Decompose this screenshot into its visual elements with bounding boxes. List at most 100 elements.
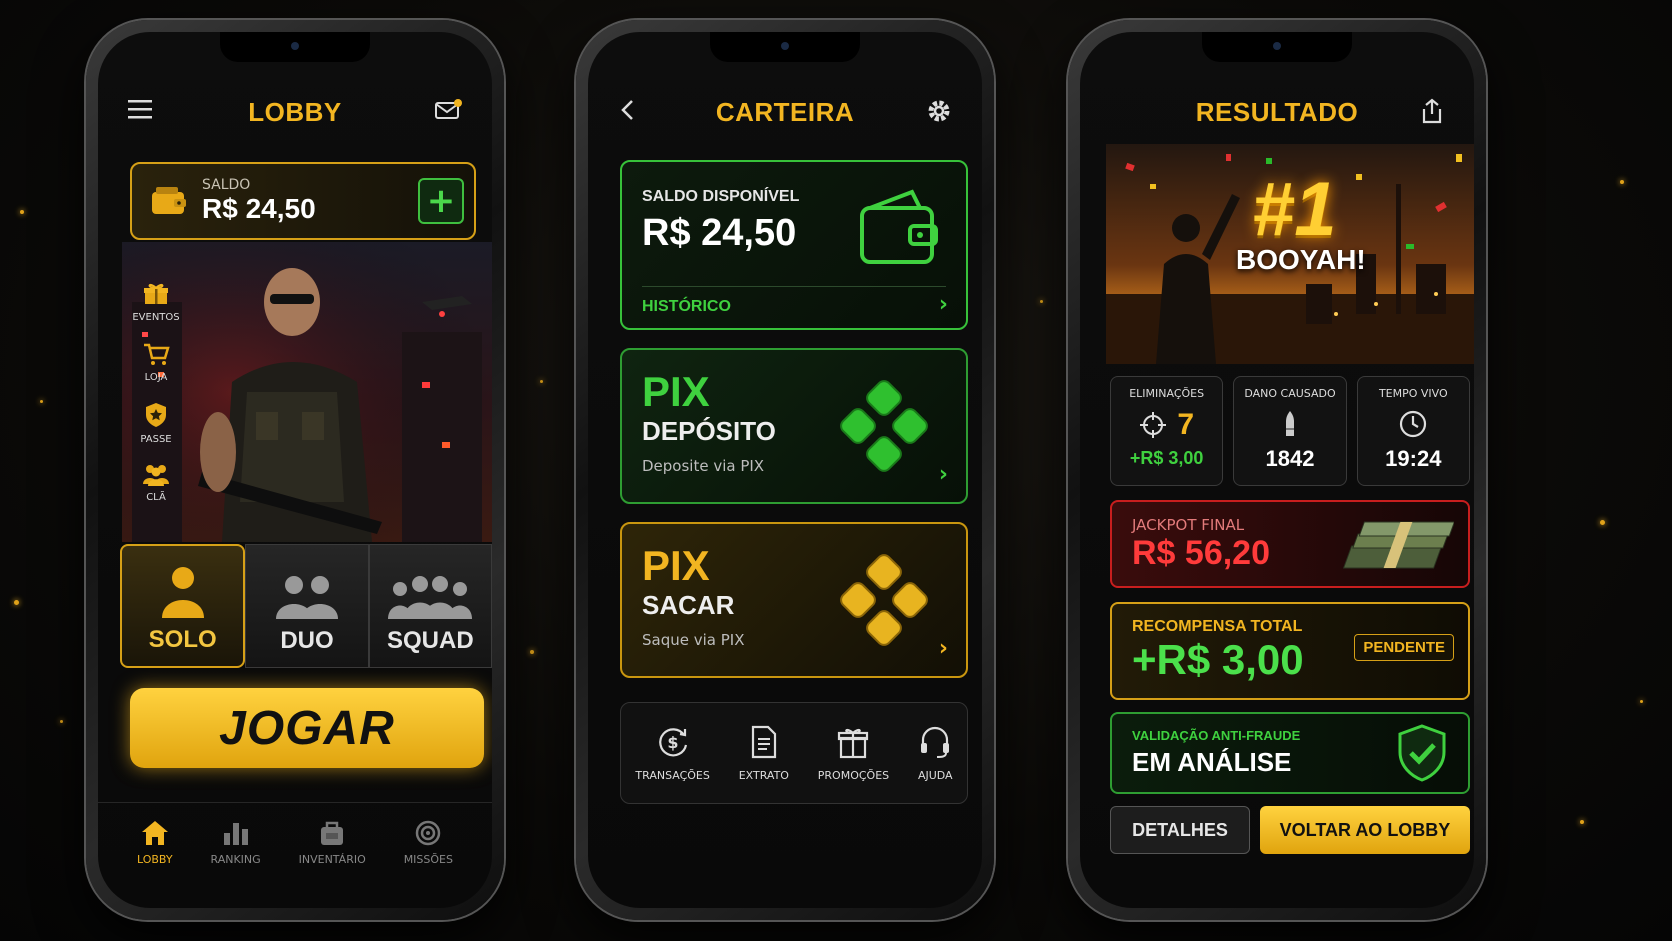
chevron-right-icon: ›	[938, 292, 948, 317]
history-link[interactable]: HISTÓRICO	[642, 298, 731, 316]
sidebar-label: PASSE	[140, 434, 172, 445]
chevron-right-icon: ›	[938, 462, 948, 487]
sidebar-item-store[interactable]: LOJA	[128, 342, 184, 383]
ember-particle	[40, 400, 43, 403]
share-icon[interactable]	[1420, 98, 1444, 124]
headset-icon	[919, 725, 951, 759]
lobby-screen: LOBBY SALDO R$ 24,50 + EVENTOS LOJA PASS…	[98, 32, 492, 908]
pix-logo-icon	[836, 378, 932, 474]
shield-check-icon	[1396, 724, 1448, 782]
page-title: CARTEIRA	[715, 96, 855, 127]
mode-selector: SOLO DUO SQUAD	[120, 544, 492, 668]
phone-result: RESULTADO #1 BOOYAH! ELIMINAÇÕES 7 +R$ 3…	[1068, 20, 1486, 920]
ember-particle	[20, 210, 24, 214]
back-to-lobby-button[interactable]: VOLTAR AO LOBBY	[1260, 806, 1470, 854]
mode-label: DUO	[280, 627, 334, 654]
hero-artwork: EVENTOS LOJA PASSE CLÃ	[122, 242, 492, 542]
sidebar-label: LOJA	[144, 372, 168, 383]
mode-solo-button[interactable]: SOLO	[120, 544, 246, 668]
page-title: RESULTADO	[1195, 96, 1359, 127]
quick-label: EXTRATO	[738, 768, 789, 782]
two-people-icon	[274, 573, 340, 619]
plus-icon: +	[426, 181, 456, 221]
sidebar-label: CLÃ	[146, 492, 166, 503]
quick-actions: $ TRANSAÇÕES EXTRATO PROMOÇÕES AJUDA	[620, 702, 968, 804]
bottom-nav: LOBBY RANKING INVENTÁRIO MISSÕES	[98, 802, 492, 882]
quick-label: PROMOÇÕES	[817, 768, 890, 782]
status-badge: PENDENTE	[1354, 634, 1454, 661]
bullet-icon	[1283, 410, 1297, 438]
nav-lobby[interactable]: LOBBY	[137, 819, 173, 866]
divider	[642, 286, 946, 287]
stat-kills: ELIMINAÇÕES 7 +R$ 3,00	[1110, 376, 1224, 486]
wallet-icon	[150, 184, 188, 218]
mode-duo-button[interactable]: DUO	[245, 544, 369, 668]
four-people-icon	[388, 573, 473, 619]
dollar-refresh-icon: $	[656, 725, 690, 759]
quick-help-button[interactable]: AJUDA	[918, 725, 953, 782]
nav-label: LOBBY	[136, 853, 173, 866]
notch	[1202, 32, 1352, 62]
kills-reward: +R$ 3,00	[1129, 448, 1204, 468]
ember-particle	[1620, 180, 1624, 184]
pix-deposit-card[interactable]: PIX DEPÓSITO Deposite via PIX ›	[620, 348, 968, 504]
clock-icon	[1399, 410, 1427, 438]
nav-ranking[interactable]: RANKING	[211, 819, 261, 866]
victory-text: BOOYAH!	[1236, 244, 1366, 275]
quick-transactions-button[interactable]: $ TRANSAÇÕES	[635, 725, 710, 782]
ember-particle	[1600, 520, 1605, 525]
mail-icon[interactable]	[434, 98, 462, 122]
menu-icon[interactable]	[128, 98, 154, 120]
page-title: LOBBY	[248, 96, 342, 127]
sidebar-label: EVENTOS	[132, 312, 180, 323]
lobby-header: LOBBY	[98, 94, 492, 130]
ember-particle	[60, 720, 63, 723]
quick-statement-button[interactable]: EXTRATO	[739, 725, 789, 782]
ember-particle	[540, 380, 543, 383]
stat-value: 7	[1177, 408, 1194, 441]
sidebar-item-pass[interactable]: PASSE	[128, 402, 184, 445]
wallet-outline-icon	[858, 188, 940, 268]
sidebar-item-events[interactable]: EVENTOS	[128, 282, 184, 323]
ember-particle	[1580, 820, 1584, 824]
mode-squad-button[interactable]: SQUAD	[368, 544, 492, 668]
balance-card: SALDO R$ 24,50 +	[130, 162, 476, 240]
stat-label: ELIMINAÇÕES	[1129, 387, 1205, 400]
stat-value: 19:24	[1385, 446, 1442, 471]
back-arrow-icon[interactable]	[618, 98, 638, 122]
result-header: RESULTADO	[1080, 94, 1474, 130]
victory-banner: #1 BOOYAH!	[1106, 144, 1474, 364]
wallet-header: CARTEIRA	[588, 94, 982, 130]
pix-withdraw-card[interactable]: PIX SACAR Saque via PIX ›	[620, 522, 968, 678]
play-label: JOGAR	[219, 701, 395, 755]
play-button[interactable]: JOGAR	[130, 688, 484, 768]
jackpot-card: JACKPOT FINAL R$ 56,20	[1110, 500, 1470, 588]
sidebar-item-clan[interactable]: CLÃ	[128, 462, 184, 503]
available-balance-card: SALDO DISPONÍVEL R$ 24,50 HISTÓRICO ›	[620, 160, 968, 330]
chevron-right-icon: ›	[938, 636, 948, 661]
phone-wallet: CARTEIRA SALDO DISPONÍVEL R$ 24,50 HISTÓ…	[576, 20, 994, 920]
cart-icon	[142, 342, 170, 366]
details-button[interactable]: DETALHES	[1110, 806, 1250, 854]
backpack-icon	[317, 819, 347, 847]
nav-missions[interactable]: MISSÕES	[404, 819, 453, 866]
add-funds-button[interactable]: +	[418, 178, 464, 224]
mode-label: SOLO	[148, 626, 217, 653]
ember-particle	[1040, 300, 1043, 303]
stat-label: DANO CAUSADO	[1244, 387, 1336, 400]
svg-text:$: $	[667, 733, 678, 752]
person-icon	[158, 564, 208, 618]
notch	[220, 32, 370, 62]
quick-promotions-button[interactable]: PROMOÇÕES	[818, 725, 889, 782]
gift-icon	[837, 725, 869, 759]
gear-icon[interactable]	[926, 98, 952, 124]
nav-label: RANKING	[210, 853, 261, 866]
ember-particle	[530, 650, 534, 654]
ember-particle	[14, 600, 19, 605]
quick-label: TRANSAÇÕES	[635, 768, 710, 782]
stat-damage: DANO CAUSADO 1842	[1233, 376, 1347, 486]
placement-rank: #1	[1252, 167, 1337, 252]
mode-label: SQUAD	[386, 627, 474, 654]
nav-inventory[interactable]: INVENTÁRIO	[299, 819, 366, 866]
anti-fraud-card: VALIDAÇÃO ANTI-FRAUDE EM ANÁLISE	[1110, 712, 1470, 794]
